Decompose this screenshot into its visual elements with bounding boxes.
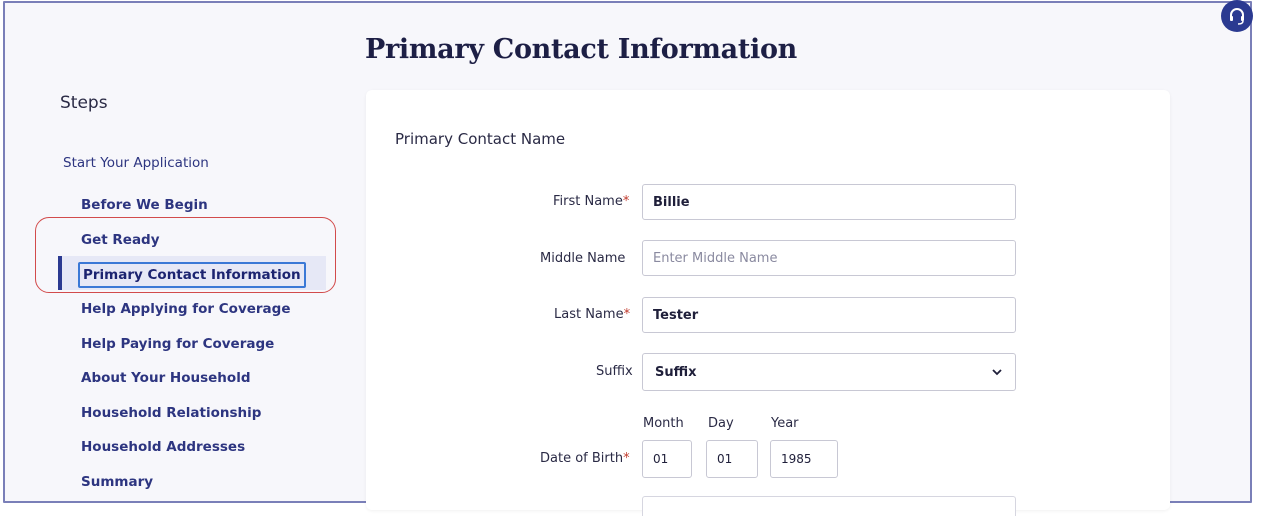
- section-title: Primary Contact Name: [395, 130, 566, 148]
- sidebar-item-about-household[interactable]: About Your Household: [81, 370, 250, 386]
- sidebar-item-household-relationship[interactable]: Household Relationship: [81, 405, 261, 421]
- sidebar-item-help-applying[interactable]: Help Applying for Coverage: [81, 301, 290, 317]
- last-name-label: Last Name*: [554, 307, 630, 322]
- dob-month-input[interactable]: [642, 440, 692, 478]
- sidebar-item-help-paying[interactable]: Help Paying for Coverage: [81, 336, 274, 352]
- dob-year-input[interactable]: [770, 440, 838, 478]
- dob-year-label: Year: [771, 416, 799, 431]
- dob-month-label: Month: [643, 416, 684, 431]
- page-title: Primary Contact Information: [365, 34, 798, 65]
- sidebar-item-household-addresses[interactable]: Household Addresses: [81, 439, 245, 455]
- first-name-input[interactable]: [642, 184, 1016, 220]
- required-mark: *: [622, 194, 630, 209]
- last-name-input[interactable]: [642, 297, 1016, 333]
- steps-heading: Steps: [60, 93, 108, 113]
- help-button[interactable]: [1221, 0, 1253, 32]
- required-mark: *: [623, 307, 631, 322]
- sidebar-group-start-your-application[interactable]: Start Your Application: [63, 155, 209, 171]
- headset-icon: [1230, 8, 1244, 25]
- first-name-label-text: First Name: [553, 194, 623, 209]
- first-name-label: First Name*: [553, 194, 629, 209]
- suffix-selected-value: Suffix: [655, 364, 697, 380]
- middle-name-input[interactable]: [642, 240, 1016, 276]
- next-field-partial[interactable]: [642, 496, 1016, 516]
- annotation-highlight-box: [35, 217, 336, 293]
- dob-label-text: Date of Birth: [540, 451, 624, 466]
- dob-label: Date of Birth*: [540, 451, 630, 466]
- required-mark: *: [623, 451, 630, 466]
- chevron-down-icon: [992, 369, 1002, 376]
- middle-name-label: Middle Name: [540, 251, 626, 266]
- dob-day-label: Day: [708, 416, 734, 431]
- sidebar-item-before-we-begin[interactable]: Before We Begin: [81, 197, 208, 213]
- dob-day-input[interactable]: [706, 440, 758, 478]
- sidebar-item-summary[interactable]: Summary: [81, 474, 153, 490]
- suffix-label: Suffix: [596, 364, 633, 379]
- suffix-select[interactable]: Suffix: [642, 353, 1016, 391]
- last-name-label-text: Last Name: [554, 307, 624, 322]
